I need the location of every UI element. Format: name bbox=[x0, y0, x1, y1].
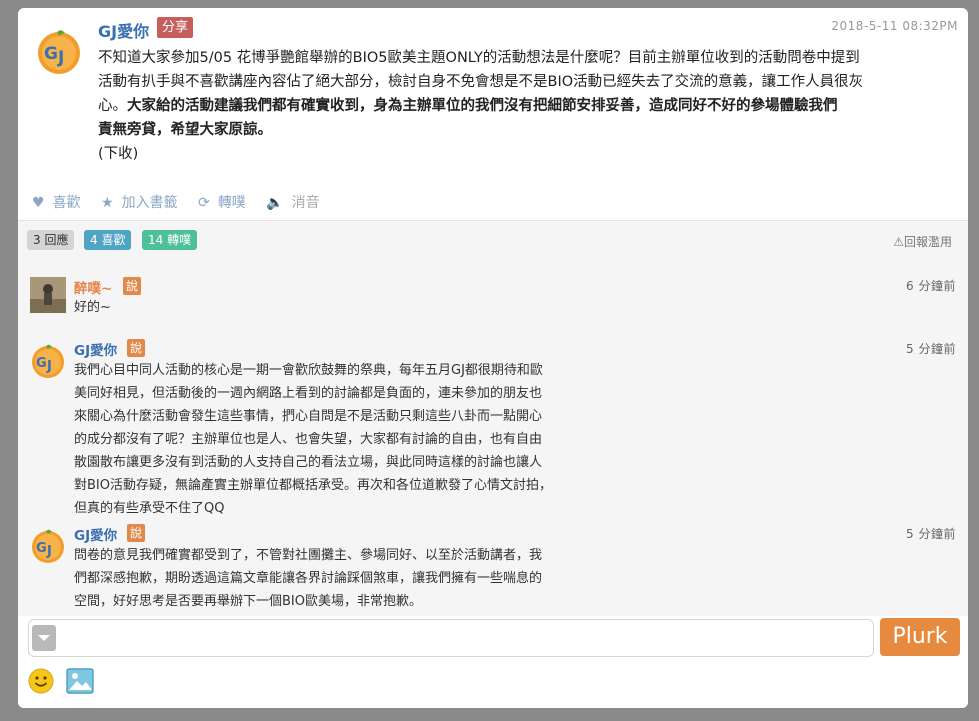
post-actions: ♥ 喜歡 ★ 加入書籤 ⟳ 轉噗 🔈 消音 bbox=[32, 192, 336, 212]
svg-text:G: G bbox=[44, 44, 58, 64]
gj-avatar[interactable]: G J bbox=[30, 528, 66, 564]
response-input[interactable] bbox=[28, 619, 874, 657]
response-line: 散園散布讓更多沒有到活動的人支持自己的看法立場，與此同時這樣的討論也讓人 bbox=[74, 455, 543, 470]
star-icon: ★ bbox=[101, 195, 114, 211]
svg-text:J: J bbox=[57, 48, 64, 68]
response-line: 的成分都沒有了呢？主辦單位也是人、也會失望，大家都有討論的自由，也有自由 bbox=[74, 432, 543, 447]
qualifier-select[interactable] bbox=[32, 625, 56, 651]
post-qualifier-badge: 分享 bbox=[157, 17, 194, 38]
warning-icon: ⚠ bbox=[893, 235, 904, 249]
post-line: 活動有扒手與不喜歡講座內容佔了絕大部分，檢討自身不免會想是不是BIO活動已經失去… bbox=[98, 74, 864, 90]
emoticon-icon[interactable] bbox=[28, 668, 54, 694]
replurk-icon: ⟳ bbox=[198, 195, 210, 211]
gj-avatar[interactable]: G J bbox=[30, 343, 66, 379]
chevron-down-icon bbox=[38, 635, 50, 641]
post-text-span: 心。 bbox=[98, 98, 127, 114]
post-bold-text: 大家給的活動建議我們都有確實收到，身為主辦單位的我們沒有把細節安排妥善，造成同好… bbox=[127, 98, 838, 114]
response-line: 但真的有些承受不住了QQ bbox=[74, 501, 225, 516]
gj-avatar[interactable]: G J bbox=[35, 28, 83, 76]
responses-count-badge[interactable]: 3 回應 bbox=[27, 230, 75, 250]
responses-area: 3 回應 4 喜歡 14 轉噗 ⚠回報濫用 醉噗~ 說 6 分鐘前 好的~ G … bbox=[18, 221, 968, 616]
post-line: 不知道大家參加5/05 花博爭艷館舉辦的BIO5歐美主題ONLY的活動想法是什麼… bbox=[98, 50, 860, 66]
speaker-icon: 🔈 bbox=[266, 195, 284, 211]
svg-text:J: J bbox=[46, 544, 52, 559]
response-qualifier-badge: 說 bbox=[127, 524, 146, 542]
response-item: G J GJ愛你 說 5 分鐘前 我們心目中同人活動的核心是一期一會歡欣鼓舞的祭… bbox=[18, 333, 968, 516]
response-item: G J GJ愛你 說 5 分鐘前 問卷的意見我們確實都受到了，不管對社團攤主、參… bbox=[18, 518, 968, 613]
response-time: 6 分鐘前 bbox=[906, 279, 956, 293]
plurk-submit-button[interactable]: Plurk bbox=[880, 618, 960, 656]
response-line: 美同好相見，但活動後的一週內網路上看到的討論都是負面的，連未參加的朋友也 bbox=[74, 386, 543, 401]
user-avatar[interactable] bbox=[30, 277, 66, 313]
plurk-detail-panel: G J GJ愛你 分享 2018-5-11 08:32PM 不知道大家參加5/0… bbox=[18, 8, 968, 708]
response-author[interactable]: GJ愛你 bbox=[74, 524, 117, 544]
post-line: 心。大家給的活動建議我們都有確實收到，身為主辦單位的我們沒有把細節安排妥善，造成… bbox=[98, 94, 958, 118]
response-line: 我們心目中同人活動的核心是一期一會歡欣鼓舞的祭典，每年五月GJ都很期待和歐 bbox=[74, 363, 543, 378]
replurks-count-badge[interactable]: 14 轉噗 bbox=[142, 230, 198, 250]
response-time: 5 分鐘前 bbox=[906, 527, 956, 541]
response-text: 問卷的意見我們確實都受到了，不管對社團攤主、參場同好、以至於活動講者，我 們都深… bbox=[74, 544, 594, 613]
response-text: 我們心目中同人活動的核心是一期一會歡欣鼓舞的祭典，每年五月GJ都很期待和歐 美同… bbox=[74, 359, 594, 520]
response-author[interactable]: 醉噗~ bbox=[74, 277, 112, 297]
response-text: 好的~ bbox=[74, 296, 594, 319]
response-line: 空間，好好思考是否要再舉辦下一個BIO歐美場，非常抱歉。 bbox=[74, 594, 422, 609]
svg-text:G: G bbox=[36, 356, 47, 371]
response-line: 來關心為什麼活動會發生這些事情，捫心自問是不是活動只剩這些八卦而一點開心 bbox=[74, 409, 543, 424]
post-timestamp: 2018-5-11 08:32PM bbox=[831, 19, 958, 33]
like-button[interactable]: ♥ 喜歡 bbox=[32, 195, 89, 211]
replurk-button[interactable]: ⟳ 轉噗 bbox=[198, 195, 254, 211]
post-author[interactable]: GJ愛你 bbox=[98, 18, 149, 42]
response-item: 醉噗~ 說 6 分鐘前 好的~ bbox=[18, 269, 968, 319]
response-qualifier-badge: 說 bbox=[123, 277, 142, 295]
heart-icon: ♥ bbox=[32, 195, 45, 211]
replurk-label: 轉噗 bbox=[217, 195, 246, 211]
response-line: 問卷的意見我們確實都受到了，不管對社團攤主、參場同好、以至於活動講者，我 bbox=[74, 548, 543, 563]
bookmark-button[interactable]: ★ 加入書籤 bbox=[101, 195, 186, 211]
response-line: 對BIO活動存疑，無論產實主辦單位都概括承受。再次和各位道歉發了心情文討拍， bbox=[74, 478, 552, 493]
plurk-post: G J GJ愛你 分享 2018-5-11 08:32PM 不知道大家參加5/0… bbox=[18, 8, 968, 221]
response-author[interactable]: GJ愛你 bbox=[74, 339, 117, 359]
svg-text:J: J bbox=[46, 359, 52, 374]
response-time: 5 分鐘前 bbox=[906, 342, 956, 356]
image-upload-icon[interactable] bbox=[66, 668, 94, 694]
response-line: 好的~ bbox=[74, 300, 111, 315]
like-label: 喜歡 bbox=[52, 195, 81, 211]
report-abuse-link[interactable]: ⚠回報濫用 bbox=[893, 233, 952, 250]
post-line: (下收) bbox=[98, 146, 139, 162]
svg-text:G: G bbox=[36, 541, 47, 556]
mute-button[interactable]: 🔈 消音 bbox=[266, 195, 327, 211]
response-qualifier-badge: 說 bbox=[127, 339, 146, 357]
likes-count-badge[interactable]: 4 喜歡 bbox=[84, 230, 132, 250]
bookmark-label: 加入書籤 bbox=[121, 195, 178, 211]
mute-label: 消音 bbox=[291, 195, 320, 211]
report-label: 回報濫用 bbox=[903, 235, 952, 249]
response-line: 們都深感抱歉，期盼透過這篇文章能讓各界討論踩個煞車，讓我們擁有一些喘息的 bbox=[74, 571, 543, 586]
post-bold-text: 責無旁貸，希望大家原諒。 bbox=[98, 122, 272, 138]
post-content: 不知道大家參加5/05 花博爭艷館舉辦的BIO5歐美主題ONLY的活動想法是什麼… bbox=[98, 46, 958, 166]
post-line: 責無旁貸，希望大家原諒。 bbox=[98, 118, 958, 142]
